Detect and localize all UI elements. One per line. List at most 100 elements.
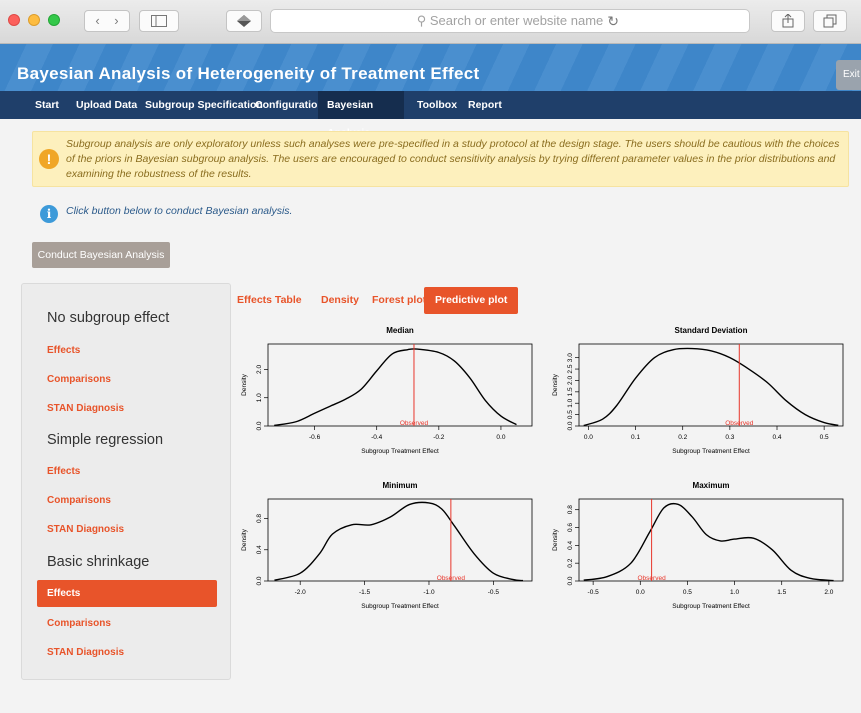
plot-frame (267, 498, 533, 582)
sidebar-link-no-subgroup-comparisons[interactable]: Comparisons (47, 374, 111, 385)
y-tick-label: 0.5 (567, 410, 574, 419)
y-tick-label: 2.5 (567, 364, 574, 373)
sidebar-link-simple-regression-effects[interactable]: Effects (47, 466, 80, 477)
x-tick-label: 0.5 (820, 434, 829, 441)
y-tick-label: 0.2 (567, 558, 574, 567)
sidebar-icon (151, 15, 167, 27)
y-tick-label: 0.0 (256, 421, 263, 430)
site-favicon-button[interactable] (226, 10, 262, 32)
x-tick-label: -0.5 (588, 589, 600, 596)
main-nav: Start Upload Data Subgroup Specification… (0, 91, 861, 139)
y-tick-label: 1.0 (567, 398, 574, 407)
tab-predictive-plot[interactable]: Predictive plot (424, 287, 519, 314)
warning-text: Subgroup analysis are only exploratory u… (66, 138, 840, 180)
density-curve (274, 501, 524, 582)
plot-frame (578, 498, 844, 582)
y-axis-label: Density (241, 528, 248, 550)
y-tick-label: 2.0 (567, 376, 574, 385)
share-button[interactable] (771, 10, 805, 32)
x-tick-label: 0.0 (636, 589, 645, 596)
y-tick-label: 0.8 (567, 505, 574, 514)
plot-title: Minimum (382, 481, 417, 490)
sidebar-link-basic-shrinkage-comparisons[interactable]: Comparisons (47, 618, 111, 629)
y-tick-label: 0.8 (256, 514, 263, 523)
observed-label: Observed (638, 575, 667, 582)
y-tick-label: 0.0 (567, 421, 574, 430)
x-tick-label: -0.2 (433, 434, 445, 441)
nav-tab-upload-data[interactable]: Upload Data (67, 91, 146, 119)
close-window-button[interactable] (8, 14, 20, 26)
x-tick-label: -0.5 (488, 589, 500, 596)
x-tick-label: 0.0 (584, 434, 593, 441)
x-tick-label: -0.6 (309, 434, 321, 441)
tab-effects-table[interactable]: Effects Table (226, 287, 313, 314)
x-tick-label: 1.0 (730, 589, 739, 596)
plot-frame (267, 343, 533, 427)
x-axis-label: Subgroup Treatment Effect (672, 448, 750, 455)
app-title: Bayesian Analysis of Heterogeneity of Tr… (17, 64, 480, 83)
share-icon (782, 13, 794, 28)
plot-maximum: Maximum 0.0 0.2 0.4 0.6 0.8 Density -0.5 0.0 0.5 1… (552, 481, 844, 610)
plot-title: Standard Deviation (675, 326, 748, 335)
info-text: Click button below to conduct Bayesian a… (66, 205, 293, 217)
density-curve (583, 502, 834, 582)
reload-icon[interactable]: ↻ (607, 10, 619, 32)
zoom-window-button[interactable] (48, 14, 60, 26)
nav-tab-bayesian-analysis[interactable]: Bayesian Analysis (318, 91, 404, 139)
observed-label: Observed (400, 420, 429, 427)
sidebar-link-basic-shrinkage-effects[interactable]: Effects (37, 580, 217, 607)
y-tick-label: 0.0 (567, 576, 574, 585)
back-forward-buttons[interactable]: ‹ › (84, 10, 130, 32)
x-tick-label: -0.4 (371, 434, 383, 441)
y-tick-label: 2.0 (256, 365, 263, 374)
observed-label: Observed (437, 575, 466, 582)
warning-icon: ! (39, 149, 59, 169)
y-tick-label: 1.0 (256, 393, 263, 402)
y-tick-label: 0.4 (256, 545, 263, 554)
forward-icon[interactable]: › (114, 13, 118, 28)
x-tick-label: 0.3 (725, 434, 734, 441)
tabs-icon (823, 14, 837, 28)
sidebar-link-simple-regression-stan[interactable]: STAN Diagnosis (47, 524, 124, 535)
minimize-window-button[interactable] (28, 14, 40, 26)
y-axis-label: Density (552, 373, 559, 395)
plot-median: Median 0.0 1.0 2.0 Density -0.6 -0.4 -0.2 0.0 Sub… (241, 326, 533, 455)
sidebar-link-basic-shrinkage-stan[interactable]: STAN Diagnosis (47, 647, 124, 658)
section-heading-basic-shrinkage: Basic shrinkage (47, 554, 150, 570)
x-tick-label: 0.4 (772, 434, 781, 441)
x-tick-label: -1.5 (359, 589, 371, 596)
plot-title: Maximum (693, 481, 730, 490)
y-axis-label: Density (552, 528, 559, 550)
x-tick-label: 0.5 (683, 589, 692, 596)
nav-tab-toolbox[interactable]: Toolbox (408, 91, 466, 119)
observed-label: Observed (725, 420, 754, 427)
x-axis-label: Subgroup Treatment Effect (361, 603, 439, 610)
sidebar-toggle-button[interactable] (139, 10, 179, 32)
exit-button[interactable]: Exit (836, 60, 861, 90)
y-tick-label: 0.0 (256, 576, 263, 585)
sidebar-link-no-subgroup-stan[interactable]: STAN Diagnosis (47, 403, 124, 414)
conduct-analysis-button[interactable]: Conduct Bayesian Analysis (32, 242, 170, 268)
nav-tab-report[interactable]: Report (459, 91, 511, 119)
back-icon[interactable]: ‹ (95, 13, 99, 28)
x-tick-label: 2.0 (824, 589, 833, 596)
nav-tab-start[interactable]: Start (26, 91, 68, 119)
tabs-overview-button[interactable] (813, 10, 847, 32)
address-bar[interactable]: ⚲ Search or enter website name ↻ (270, 9, 750, 33)
sidebar-link-simple-regression-comparisons[interactable]: Comparisons (47, 495, 111, 506)
browser-toolbar: ‹ › ⚲ Search or enter website name ↻ (0, 0, 861, 44)
section-heading-simple-regression: Simple regression (47, 432, 164, 448)
y-tick-label: 0.4 (567, 540, 574, 549)
x-axis-label: Subgroup Treatment Effect (361, 448, 439, 455)
plot-standard-deviation: Standard Deviation 0.0 0.5 1.0 1.5 2.0 2.5 3.0 D… (552, 326, 844, 455)
sidebar-link-no-subgroup-effects[interactable]: Effects (47, 345, 80, 356)
x-tick-label: 0.0 (496, 434, 505, 441)
app-header: Bayesian Analysis of Heterogeneity of Tr… (0, 44, 861, 91)
search-icon: ⚲ (416, 13, 427, 28)
x-tick-label: -2.0 (295, 589, 307, 596)
plot-title: Median (386, 326, 414, 335)
address-placeholder: Search or enter website name (429, 13, 604, 28)
info-icon: i (40, 205, 58, 223)
y-tick-label: 1.5 (567, 387, 574, 396)
x-axis-label: Subgroup Treatment Effect (672, 603, 750, 610)
